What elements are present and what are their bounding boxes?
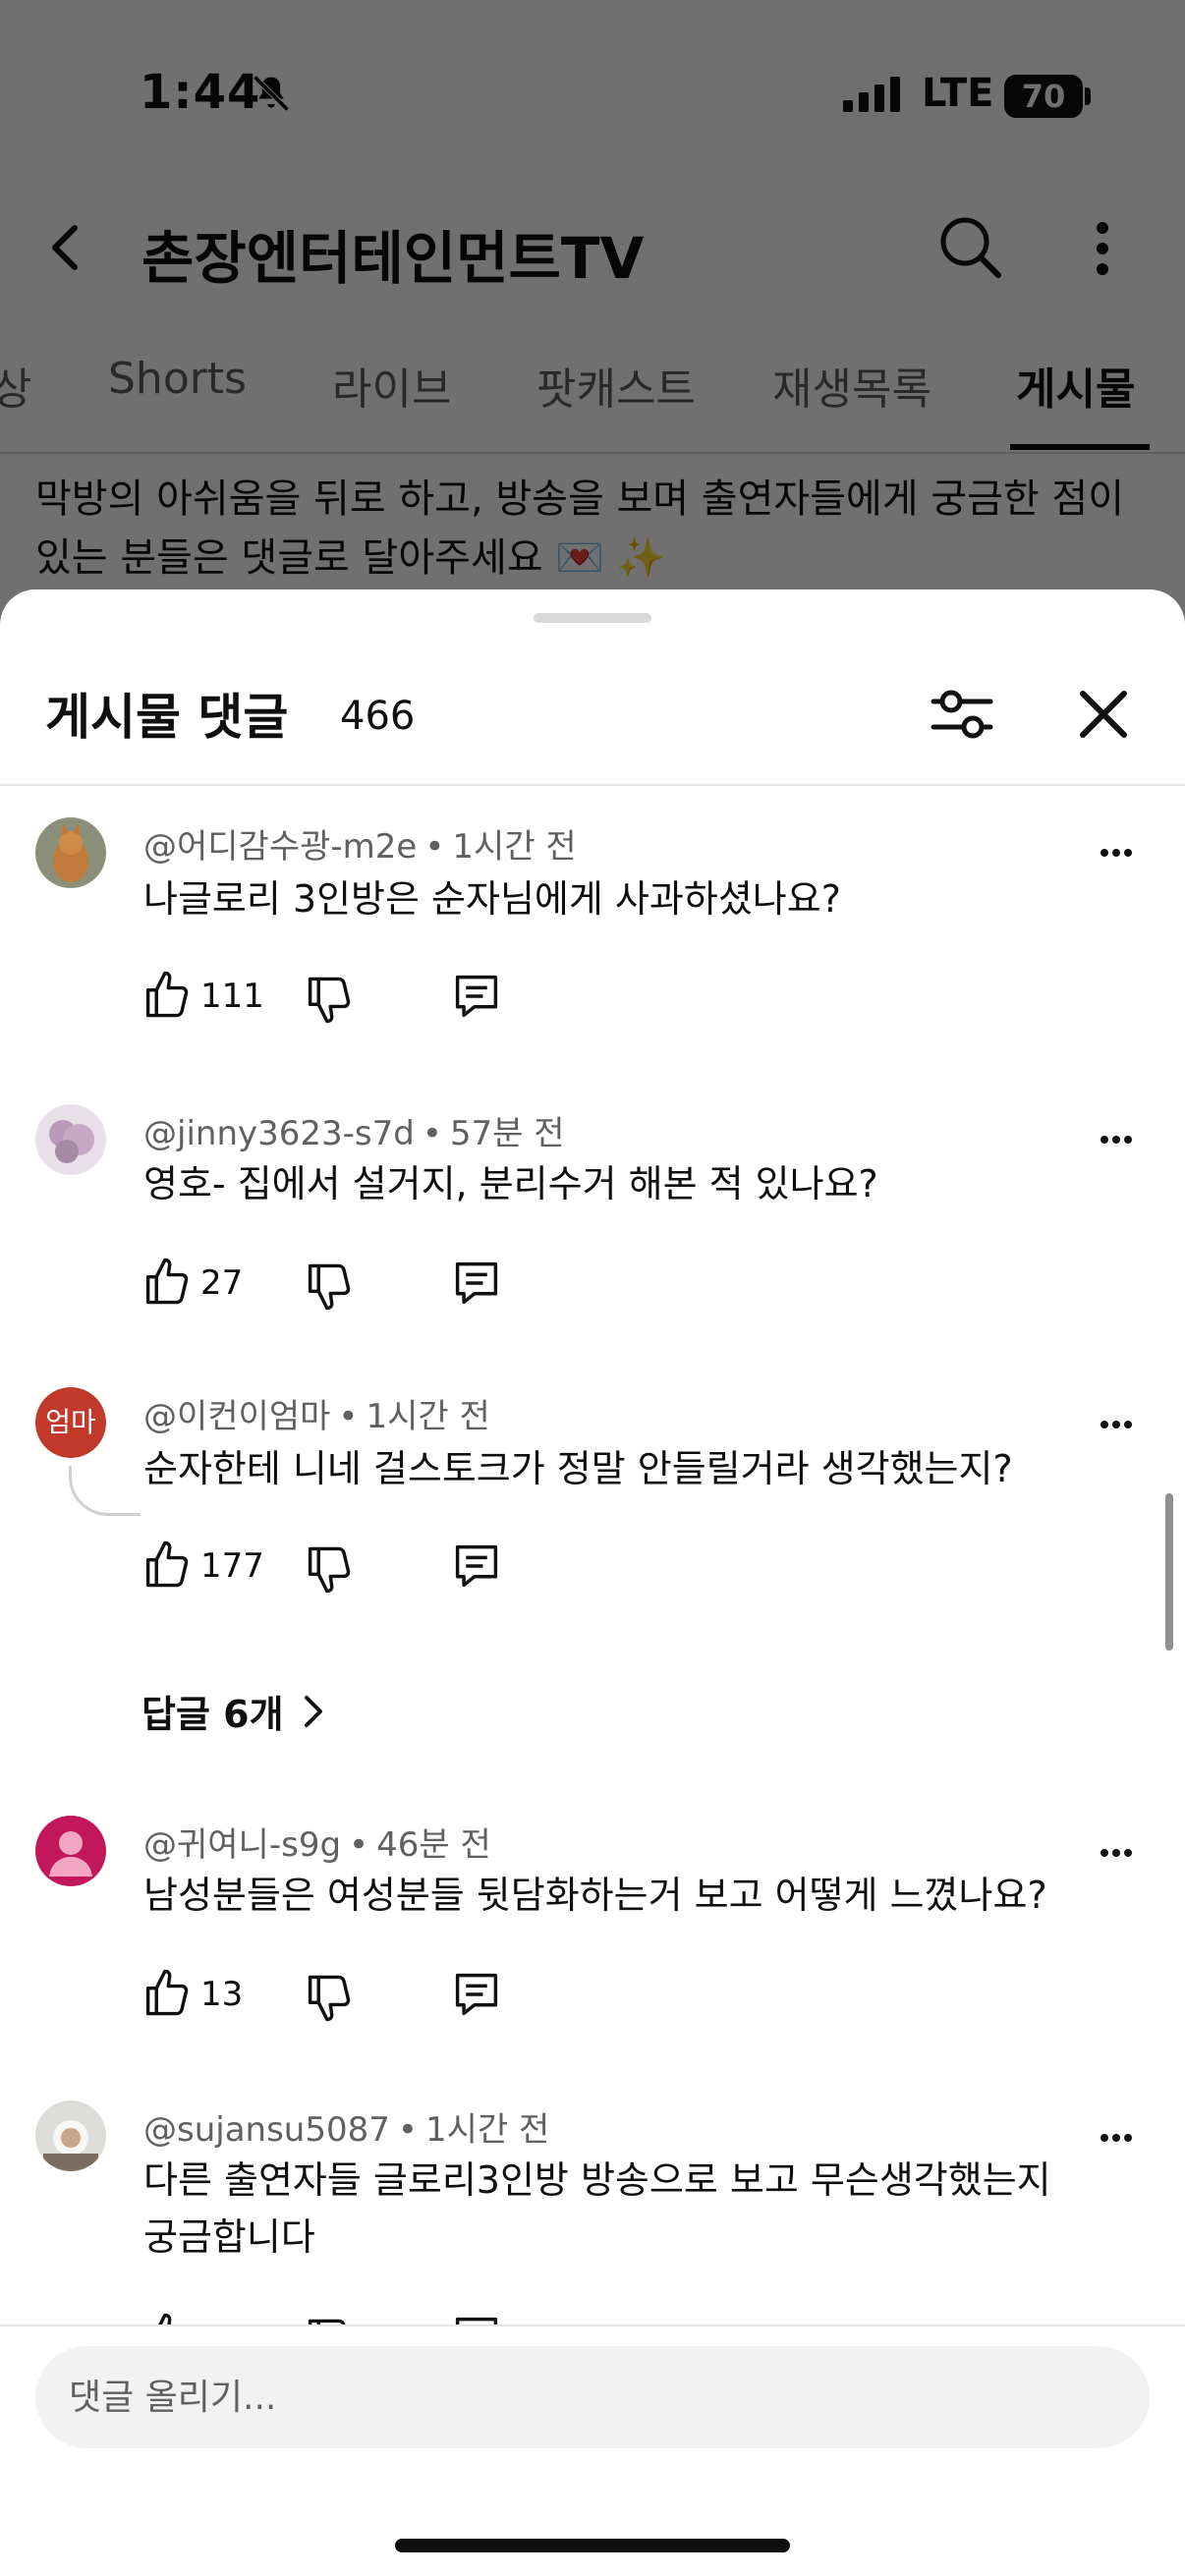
reply-icon[interactable]: [448, 2311, 505, 2324]
comment-more-icon[interactable]: [1091, 1120, 1142, 1159]
search-icon[interactable]: [935, 212, 1004, 281]
like-icon[interactable]: [141, 2309, 193, 2324]
like-icon[interactable]: [141, 967, 193, 1022]
channel-page-background: 1:44 LTE 70 촌장엔터테인먼트TV 상 Shorts 라이브 팟캐스트…: [0, 0, 1185, 629]
comment-input[interactable]: [35, 2346, 1150, 2448]
bell-slash-icon: [250, 72, 293, 115]
reply-thread-line: [69, 1466, 141, 1516]
battery-level: 70: [1004, 75, 1083, 118]
filter-icon[interactable]: [928, 680, 996, 749]
input-divider: [0, 2324, 1185, 2326]
comment-more-icon[interactable]: [1091, 2118, 1142, 2157]
home-indicator[interactable]: [395, 2539, 790, 2552]
chevron-right-icon[interactable]: [299, 1692, 328, 1731]
comment-time: 1시간 전: [424, 2110, 550, 2150]
like-count: 111: [200, 977, 264, 1016]
comment-meta: @어디감수광-m2e • 1시간 전: [143, 827, 577, 867]
like-icon[interactable]: [141, 1965, 193, 2020]
like-count: 13: [200, 1975, 244, 2014]
status-bar: 1:44 LTE 70: [0, 0, 1185, 196]
comment-author[interactable]: @이컨이엄마: [143, 1397, 330, 1436]
reply-icon[interactable]: [448, 1256, 505, 1311]
comment-more-icon[interactable]: [1091, 833, 1142, 872]
comment-text: 다른 출연자들 글로리3인방 방송으로 보고 무슨생각했는지 궁금합니다: [143, 2158, 1051, 2259]
avatar[interactable]: 엄마: [35, 1387, 106, 1458]
comment-more-icon[interactable]: [1091, 1405, 1142, 1444]
signal-icon: [843, 77, 904, 112]
tab-home[interactable]: 상: [0, 354, 31, 417]
comment-meta: @sujansu5087 • 1시간 전: [143, 2110, 550, 2150]
avatar[interactable]: [35, 2100, 106, 2171]
comment-count: 466: [340, 694, 416, 739]
dislike-icon[interactable]: [303, 973, 356, 1028]
tab-posts[interactable]: 게시물: [1016, 354, 1135, 417]
like-icon[interactable]: [141, 1254, 193, 1309]
comment-more-icon[interactable]: [1091, 1833, 1142, 1873]
sheet-drag-handle[interactable]: [534, 613, 651, 623]
comment-author[interactable]: @귀여니-s9g: [143, 1825, 341, 1865]
view-replies-button[interactable]: 답글 6개: [141, 1684, 284, 1738]
comment-time: 1시간 전: [452, 827, 577, 867]
reply-icon[interactable]: [448, 969, 505, 1024]
dislike-icon[interactable]: [303, 1971, 356, 2026]
comment-text: 영호- 집에서 설거지, 분리수거 해본 적 있나요?: [143, 1162, 878, 1205]
like-icon[interactable]: [141, 1537, 193, 1592]
comments-list[interactable]: @어디감수광-m2e • 1시간 전 나글로리 3인방은 순자님에게 사과하셨나요?…: [0, 786, 1185, 2324]
avatar[interactable]: [35, 817, 106, 888]
avatar[interactable]: [35, 1104, 106, 1175]
dislike-icon[interactable]: [303, 1542, 356, 1597]
dislike-icon[interactable]: [303, 1260, 356, 1315]
tab-podcasts[interactable]: 팟캐스트: [536, 354, 696, 417]
reply-icon[interactable]: [448, 1967, 505, 2022]
dislike-icon[interactable]: [303, 2315, 356, 2324]
comment-author[interactable]: @jinny3623-s7d: [143, 1114, 415, 1153]
comment-time: 46분 전: [376, 1825, 491, 1865]
like-count: 27: [200, 1263, 244, 1303]
avatar[interactable]: [35, 1816, 106, 1886]
comment-time: 1시간 전: [366, 1397, 490, 1436]
scrollbar-thumb[interactable]: [1165, 1493, 1173, 1651]
reply-icon[interactable]: [448, 1539, 505, 1594]
comment-meta: @jinny3623-s7d • 57분 전: [143, 1114, 565, 1153]
comment-meta: @귀여니-s9g • 46분 전: [143, 1825, 491, 1865]
tab-live[interactable]: 라이브: [332, 354, 451, 417]
comment-author[interactable]: @어디감수광-m2e: [143, 827, 417, 867]
comment-text: 나글로리 3인방은 순자님에게 사과하셨나요?: [143, 877, 841, 921]
comment-meta: @이컨이엄마 • 1시간 전: [143, 1397, 490, 1436]
back-icon[interactable]: [37, 218, 96, 277]
tab-shorts[interactable]: Shorts: [108, 354, 247, 404]
battery-tip: [1085, 87, 1091, 105]
like-count: 177: [200, 1546, 264, 1586]
more-vert-icon[interactable]: [1071, 214, 1134, 283]
channel-name: 촌장엔터테인먼트TV: [141, 225, 645, 292]
close-icon[interactable]: [1069, 680, 1138, 749]
comment-text: 순자한테 니네 걸스토크가 정말 안들릴거라 생각했는지?: [143, 1447, 1013, 1490]
active-tab-indicator: [1010, 444, 1150, 450]
tabs-divider: [0, 452, 1185, 454]
comment-author[interactable]: @sujansu5087: [143, 2110, 390, 2150]
status-time: 1:44: [140, 65, 261, 120]
post-text: 막방의 아쉬움을 뒤로 하고, 방송을 보며 출연자들에게 궁금한 점이 있는 …: [35, 476, 1125, 581]
comment-time: 57분 전: [449, 1114, 565, 1153]
network-type: LTE: [922, 71, 994, 116]
tab-playlists[interactable]: 재생목록: [772, 354, 931, 417]
comment-text: 남성분들은 여성분들 뒷담화하는거 보고 어떻게 느꼈나요?: [143, 1874, 1047, 1917]
sheet-title: 게시물 댓글: [45, 689, 289, 746]
